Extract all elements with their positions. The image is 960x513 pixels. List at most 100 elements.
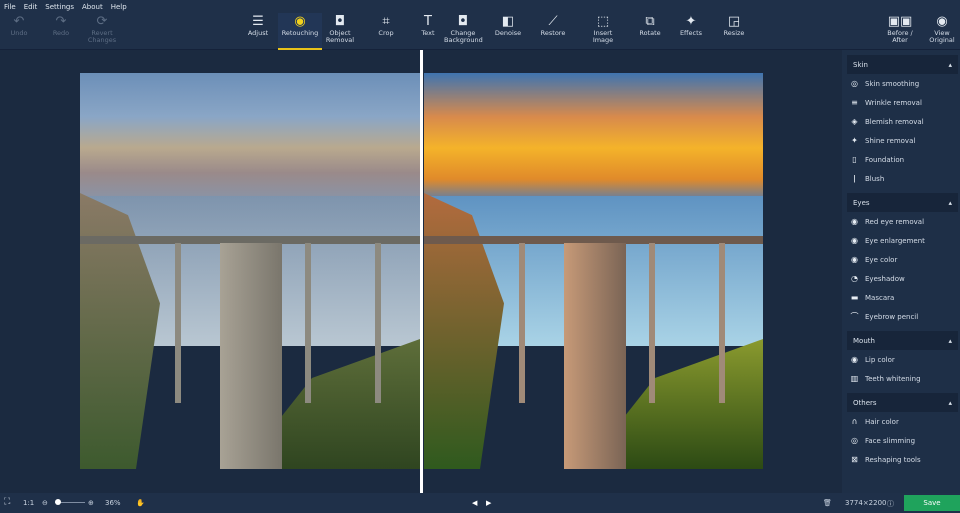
tool-label: Eye enlargement <box>865 236 925 245</box>
hair-color-icon: ∩ <box>851 417 858 426</box>
tool-eyebrow-pencil[interactable]: ⌒ Eyebrow pencil <box>842 307 960 326</box>
next-image-icon[interactable]: ▶ <box>486 499 491 507</box>
tool-label: Eyebrow pencil <box>865 312 919 321</box>
insert-image-button[interactable]: ⬚ Insert Image <box>585 13 621 50</box>
change-background-button[interactable]: ◘ Change Background <box>442 13 484 50</box>
text-button[interactable]: T Text <box>410 13 446 50</box>
undo-icon: ↶ <box>13 14 25 29</box>
tool-foundation[interactable]: ▯ Foundation <box>842 150 960 169</box>
zoom-level: 36% <box>105 499 121 507</box>
teeth-whitening-icon: ▥ <box>850 374 859 383</box>
tool-mascara[interactable]: ▬ Mascara <box>842 288 960 307</box>
tool-face-slimming[interactable]: ◎ Face slimming <box>842 431 960 450</box>
tool-reshaping-tools[interactable]: ⊠ Reshaping tools <box>842 450 960 469</box>
tool-label: Effects <box>679 29 703 37</box>
menu-edit[interactable]: Edit <box>24 3 38 11</box>
crop-button[interactable]: ⌗ Crop <box>368 13 404 50</box>
tool-eye-enlargement[interactable]: ◉ Eye enlargement <box>842 231 960 250</box>
tool-label: Eye color <box>865 255 898 264</box>
object-removal-button[interactable]: ◘ Object Removal <box>322 13 358 50</box>
eye-color-icon: ◉ <box>851 255 858 264</box>
effects-button[interactable]: ✦ Effects <box>673 13 709 50</box>
tool-blush[interactable]: ǀ Blush <box>842 169 960 188</box>
tool-label: Redo <box>52 29 70 37</box>
zoom-slider-thumb[interactable] <box>55 499 61 505</box>
revert-button[interactable]: ⟳ Revert Changes <box>84 13 120 50</box>
eye-button[interactable]: ◉ View Original <box>925 13 959 50</box>
shine-removal-icon: ✦ <box>851 136 858 145</box>
delete-icon[interactable]: 🗑 <box>823 499 832 507</box>
image-dimensions: 3774×2200 <box>845 499 887 507</box>
tool-label: Before / After <box>887 29 913 44</box>
tool-skin-smoothing[interactable]: ◎ Skin smoothing <box>842 74 960 93</box>
fit-screen-icon[interactable]: ⛶ <box>4 497 10 507</box>
section-skin[interactable]: Skin ▴ <box>847 55 958 74</box>
tool-label: Blemish removal <box>865 117 924 126</box>
info-icon[interactable]: ⓘ <box>887 499 894 509</box>
face-slimming-icon: ◎ <box>851 436 858 445</box>
red-eye-removal-icon: ◉ <box>851 217 858 226</box>
hand-tool-icon[interactable]: ✋ <box>136 499 145 507</box>
foundation-icon: ▯ <box>852 155 857 164</box>
tool-label: Reshaping tools <box>865 455 921 464</box>
denoise-icon: ◧ <box>501 14 515 29</box>
before-image <box>80 73 420 469</box>
change-background-icon: ◘ <box>457 14 469 29</box>
zoom-slider[interactable] <box>55 499 85 505</box>
revert-icon: ⟳ <box>96 14 108 29</box>
zoom-out-icon[interactable]: ⊖ <box>42 499 48 507</box>
tool-eyeshadow[interactable]: ◔ Eyeshadow <box>842 269 960 288</box>
redo-button[interactable]: ↷ Redo <box>46 13 76 50</box>
collapse-icon[interactable]: ▴ <box>948 61 952 69</box>
tool-wrinkle-removal[interactable]: ≡ Wrinkle removal <box>842 93 960 112</box>
status-bar: ⛶ 1:1 ⊖ ⊕ 36% ✋ ◀ ▶ 🗑 3774×2200 ⓘ Save <box>0 493 960 513</box>
section-title: Eyes <box>853 199 870 207</box>
tool-red-eye-removal[interactable]: ◉ Red eye removal <box>842 212 960 231</box>
collapse-icon[interactable]: ▴ <box>948 199 952 207</box>
tool-teeth-whitening[interactable]: ▥ Teeth whitening <box>842 369 960 388</box>
tool-blemish-removal[interactable]: ◈ Blemish removal <box>842 112 960 131</box>
before-after-divider-handle[interactable] <box>420 50 423 493</box>
previous-image-icon[interactable]: ◀ <box>472 499 477 507</box>
restore-button[interactable]: ⟋ Restore <box>535 13 571 50</box>
sliders-button[interactable]: ☰ Adjust <box>240 13 276 50</box>
tool-label: Rotate <box>639 29 661 37</box>
tool-lip-color[interactable]: ◉ Lip color <box>842 350 960 369</box>
tool-label: Blush <box>865 174 885 183</box>
tool-eye-color[interactable]: ◉ Eye color <box>842 250 960 269</box>
redo-icon: ↷ <box>55 14 67 29</box>
text-icon: T <box>424 14 432 29</box>
resize-button[interactable]: ◲ Resize <box>716 13 752 50</box>
save-button[interactable]: Save <box>904 495 960 511</box>
rotate-button[interactable]: ⧉ Rotate <box>632 13 668 50</box>
tool-label: Undo <box>10 29 28 37</box>
tool-label: Hair color <box>865 417 899 426</box>
retouching-button[interactable]: ◉ Retouching <box>278 13 322 50</box>
section-eyes[interactable]: Eyes ▴ <box>847 193 958 212</box>
menu-file[interactable]: File <box>4 3 16 11</box>
actual-size-button[interactable]: 1:1 <box>23 499 34 507</box>
tool-label: Retouching <box>281 29 319 37</box>
tool-label: Foundation <box>865 155 905 164</box>
undo-button[interactable]: ↶ Undo <box>4 13 34 50</box>
tool-shine-removal[interactable]: ✦ Shine removal <box>842 131 960 150</box>
tool-label: Resize <box>723 29 745 37</box>
tool-label: Change Background <box>444 29 483 44</box>
wrinkle-removal-icon: ≡ <box>851 98 858 107</box>
mascara-icon: ▬ <box>850 293 859 302</box>
denoise-button[interactable]: ◧ Denoise <box>490 13 526 50</box>
before-after-icon: ▣▣ <box>887 14 913 29</box>
collapse-icon[interactable]: ▴ <box>948 399 952 407</box>
before-after-button[interactable]: ▣▣ Before / After <box>880 13 920 50</box>
menu-settings[interactable]: Settings <box>45 3 74 11</box>
menu-about[interactable]: About <box>82 3 103 11</box>
section-mouth[interactable]: Mouth ▴ <box>847 331 958 350</box>
tool-hair-color[interactable]: ∩ Hair color <box>842 412 960 431</box>
tool-label: Teeth whitening <box>865 374 921 383</box>
image-canvas[interactable] <box>0 50 842 493</box>
section-others[interactable]: Others ▴ <box>847 393 958 412</box>
collapse-icon[interactable]: ▴ <box>948 337 952 345</box>
menu-help[interactable]: Help <box>111 3 127 11</box>
zoom-in-icon[interactable]: ⊕ <box>88 499 94 507</box>
tool-label: Insert Image <box>592 29 614 44</box>
